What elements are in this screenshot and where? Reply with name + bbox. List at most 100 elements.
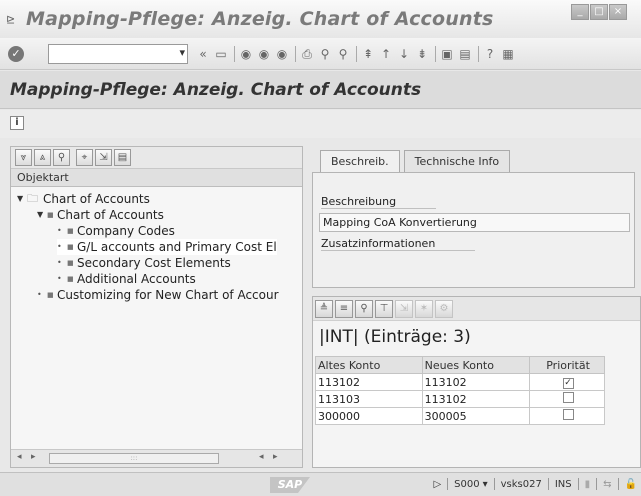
tree-column-header: Objektart <box>11 169 302 187</box>
find-icon[interactable]: ⚲ <box>318 47 332 61</box>
command-field[interactable]: ▾ <box>48 44 188 64</box>
last-page-icon[interactable]: ⇟ <box>415 47 429 61</box>
find-icon[interactable]: ⚲ <box>355 299 373 318</box>
shortcut-icon[interactable]: ▤ <box>458 47 472 61</box>
new-session-icon[interactable]: ▣ <box>440 47 454 61</box>
sap-logo: SAP <box>270 477 310 493</box>
tab-beschreibung[interactable]: Beschreib. <box>320 150 400 172</box>
leaf-square-icon: ■ <box>67 259 74 267</box>
cancel-icon[interactable]: ◉ <box>275 47 289 61</box>
export-icon: ⇲ <box>395 299 413 318</box>
collapse-all-icon[interactable]: ⩓ <box>34 149 51 166</box>
mapping-table: Altes Konto Neues Konto Priorität 113102… <box>315 356 605 425</box>
folder-open-icon: 🗀 <box>27 192 38 205</box>
next-page-icon[interactable]: ↓ <box>397 47 411 61</box>
old-account-cell[interactable]: 113103 <box>315 390 423 408</box>
priority-checkbox-checked[interactable]: ✓ <box>562 378 574 389</box>
enter-icon[interactable]: ✓ <box>8 46 24 62</box>
leaf-square-icon: ■ <box>67 275 74 283</box>
leaf-square-icon: ■ <box>67 243 74 251</box>
bullet-icon: • <box>57 258 62 267</box>
filter-icon[interactable]: ⊤ <box>375 299 393 318</box>
tree-node-selected[interactable]: • ■ G/L accounts and Primary Cost El <box>57 239 277 255</box>
customize-layout-icon[interactable]: ▦ <box>501 47 515 61</box>
leaf-square-icon: ■ <box>67 227 74 235</box>
description-field[interactable]: Mapping CoA Konvertierung <box>319 213 630 232</box>
sort-descending-icon[interactable]: ≡ <box>335 299 353 318</box>
export-icon[interactable]: ⇲ <box>95 149 112 166</box>
column-header-new-account[interactable]: Neues Konto <box>421 356 531 374</box>
old-account-cell[interactable]: 300000 <box>315 407 423 425</box>
table-row[interactable]: 300000 300005 <box>315 407 605 425</box>
tree-node[interactable]: • ■ Secondary Cost Elements <box>57 255 231 271</box>
help-icon[interactable]: ? <box>483 47 497 61</box>
bullet-icon: • <box>37 290 42 299</box>
minimize-button[interactable]: _ <box>571 4 589 20</box>
table-title: |INT| (Einträge: 3) <box>319 327 471 347</box>
find-icon[interactable]: ⚲ <box>53 149 70 166</box>
standard-toolbar: ✓ ▾ « ▭ ◉ ◉ ◉ ⎙ ⚲ ⚲ ⇞ ↑ ↓ ⇟ ▣ ▤ ? ▦ <box>0 38 641 70</box>
system-id: S000 <box>454 478 480 490</box>
play-icon[interactable]: ▷ <box>433 479 441 490</box>
mapping-table-panel: ≜ ≡ ⚲ ⊤ ⇲ ✶ ⚙ |INT| (Einträge: 3) Altes … <box>312 296 641 468</box>
window-menu-icon[interactable]: ⊵ <box>6 13 18 26</box>
horizontal-scrollbar[interactable]: ◂ ▸ ::: ◂ ▸ <box>11 449 302 467</box>
insert-mode[interactable]: INS <box>555 479 572 490</box>
expand-all-icon[interactable]: ⩔ <box>15 149 32 166</box>
expanded-triangle-icon[interactable]: ▼ <box>17 191 27 207</box>
sort-ascending-icon[interactable]: ≜ <box>315 299 333 318</box>
tree-node-label: G/L accounts and Primary Cost El <box>77 240 277 254</box>
find-next-icon[interactable]: ⚲ <box>336 47 350 61</box>
tree-node-label: Additional Accounts <box>77 272 196 286</box>
page-heading: Mapping-Pflege: Anzeig. Chart of Account… <box>0 71 641 109</box>
back-icon[interactable]: ◉ <box>239 47 253 61</box>
expanded-triangle-icon[interactable]: ▼ <box>37 207 47 223</box>
old-account-cell[interactable]: 113102 <box>315 373 423 391</box>
scroll-right-icon[interactable]: ▸ <box>273 452 278 462</box>
previous-page-icon[interactable]: ↑ <box>379 47 393 61</box>
scroll-left-icon[interactable]: ◂ <box>17 452 22 462</box>
window-title-bar: ⊵ Mapping-Pflege: Anzeig. Chart of Accou… <box>0 0 641 38</box>
collapse-icon[interactable]: « <box>196 47 210 61</box>
wand-icon: ✶ <box>415 299 433 318</box>
column-header-old-account[interactable]: Altes Konto <box>315 356 423 374</box>
filter-icon[interactable]: ⌖ <box>76 149 93 166</box>
close-button[interactable]: × <box>609 4 627 20</box>
tree-node[interactable]: • ■ Company Codes <box>57 223 175 239</box>
first-page-icon[interactable]: ⇞ <box>361 47 375 61</box>
scroll-left-icon[interactable]: ◂ <box>259 452 264 462</box>
table-row[interactable]: 113103 113102 <box>315 390 605 408</box>
tree-node[interactable]: • ■ Additional Accounts <box>57 271 196 287</box>
tree-node[interactable]: ▼ ■ Chart of Accounts <box>37 207 164 223</box>
print-icon[interactable]: ⎙ <box>300 47 314 61</box>
chevron-down-icon[interactable]: ▾ <box>179 46 185 59</box>
scroll-right-icon[interactable]: ▸ <box>31 452 36 462</box>
table-toolbar: ≜ ≡ ⚲ ⊤ ⇲ ✶ ⚙ <box>313 297 640 321</box>
new-account-cell[interactable]: 113102 <box>421 373 531 391</box>
new-account-cell[interactable]: 300005 <box>421 407 531 425</box>
status-info: ▷ S000 ▾ vsks027 INS ▮ ⇆ 🔓 <box>427 478 637 490</box>
maximize-button[interactable]: □ <box>590 4 608 20</box>
details-icon: ⚙ <box>435 299 453 318</box>
chevron-down-icon[interactable]: ▾ <box>483 479 488 490</box>
exit-icon[interactable]: ◉ <box>257 47 271 61</box>
connection-icon: ⇆ <box>603 478 612 490</box>
priority-checkbox[interactable] <box>562 392 574 403</box>
status-indicator-icon: ▮ <box>584 478 591 490</box>
layout-icon[interactable]: ▤ <box>114 149 131 166</box>
priority-checkbox[interactable] <box>562 409 574 420</box>
scroll-thumb[interactable]: ::: <box>49 453 219 464</box>
object-tree-panel: ⩔ ⩓ ⚲ ⌖ ⇲ ▤ Objektart ▼ 🗀 Chart of Accou… <box>10 146 303 468</box>
column-header-priority[interactable]: Priorität <box>529 356 605 374</box>
bullet-icon: • <box>57 242 62 251</box>
save-icon[interactable]: ▭ <box>214 47 228 61</box>
tab-technische-info[interactable]: Technische Info <box>403 150 511 172</box>
tree-node[interactable]: ▼ 🗀 Chart of Accounts <box>17 191 150 207</box>
tree-node-label: Chart of Accounts <box>43 192 150 206</box>
status-bar: SAP ▷ S000 ▾ vsks027 INS ▮ ⇆ 🔓 <box>0 472 641 496</box>
tree-node[interactable]: • ■ Customizing for New Chart of Accour <box>37 287 279 303</box>
table-row[interactable]: 113102 113102 ✓ <box>315 373 605 391</box>
info-icon[interactable]: i <box>10 116 24 130</box>
description-label: Beschreibung <box>321 195 437 209</box>
new-account-cell[interactable]: 113102 <box>421 390 531 408</box>
